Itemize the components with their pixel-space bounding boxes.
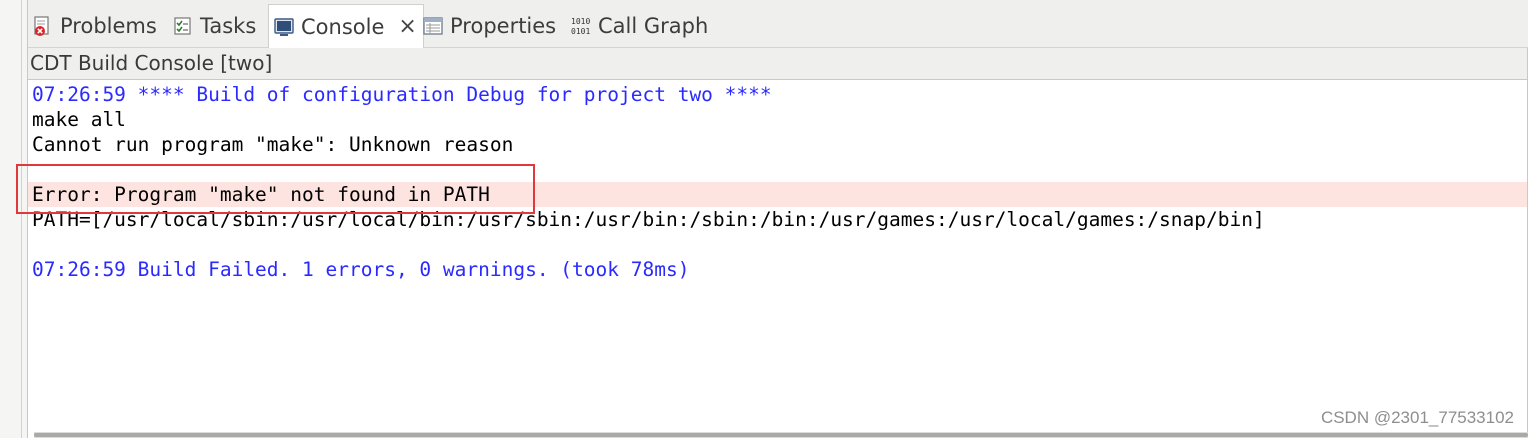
- close-icon[interactable]: ×: [398, 15, 416, 38]
- tab-label: Tasks: [200, 14, 257, 38]
- svg-text:0101: 0101: [571, 27, 590, 36]
- left-gutter: [0, 0, 28, 438]
- tab-call-graph[interactable]: 1010 0101 Call Graph: [570, 7, 708, 45]
- tab-tasks[interactable]: Tasks: [172, 7, 256, 45]
- properties-icon: [422, 15, 444, 37]
- tab-problems[interactable]: Problems: [32, 7, 157, 45]
- watermark: CSDN @2301_77533102: [1320, 408, 1514, 427]
- tab-console[interactable]: Console ×: [268, 4, 424, 48]
- console-icon: [273, 16, 295, 38]
- problems-icon: [32, 15, 54, 37]
- gutter-divider: [21, 0, 22, 438]
- horizontal-scrollbar[interactable]: [34, 432, 1528, 438]
- console-line: 07:26:59 Build Failed. 1 errors, 0 warni…: [32, 258, 690, 281]
- tab-properties[interactable]: Properties: [422, 7, 556, 45]
- tab-label: Console: [301, 14, 385, 39]
- console-line: PATH=[/usr/local/sbin:/usr/local/bin:/us…: [32, 208, 1265, 231]
- console-error-line: Error: Program "make" not found in PATH: [28, 182, 1528, 207]
- tab-label: Problems: [60, 14, 157, 38]
- tasks-icon: [172, 15, 194, 37]
- tab-label: Properties: [450, 14, 557, 38]
- svg-text:1010: 1010: [571, 17, 590, 26]
- view-tab-bar: Problems Tasks Console × Properties 1010…: [28, 0, 1528, 48]
- console-view: Problems Tasks Console × Properties 1010…: [28, 0, 1528, 438]
- console-line: 07:26:59 **** Build of configuration Deb…: [32, 83, 772, 106]
- console-line: Cannot run program "make": Unknown reaso…: [32, 133, 514, 156]
- console-title: CDT Build Console [two]: [28, 48, 1528, 80]
- console-line: make all: [32, 108, 126, 131]
- console-output[interactable]: 07:26:59 **** Build of configuration Deb…: [28, 80, 1528, 432]
- tab-label: Call Graph: [598, 14, 709, 38]
- scrollbar-thumb[interactable]: [34, 433, 1528, 437]
- call-graph-icon: 1010 0101: [570, 15, 592, 37]
